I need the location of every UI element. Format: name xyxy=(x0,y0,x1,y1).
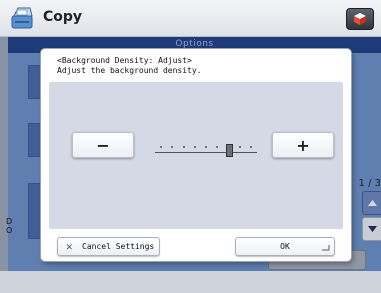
ok-label: OK xyxy=(280,242,290,251)
arrow-down-icon xyxy=(368,226,377,232)
plus-label: + xyxy=(296,135,310,155)
menu-cube-icon xyxy=(354,13,366,25)
scale-tick xyxy=(216,146,219,148)
background-density-dialog: <Background Density: Adjust> Adjust the … xyxy=(41,49,351,261)
cancel-settings-button[interactable]: ✕ Cancel Settings xyxy=(57,237,160,256)
option-tile-label: DO xyxy=(6,217,13,235)
dialog-description: Adjust the background density. xyxy=(57,66,202,75)
app-header: Copy xyxy=(0,0,381,37)
density-scale[interactable] xyxy=(155,134,257,158)
options-label: Options xyxy=(175,39,214,49)
scale-tick xyxy=(250,146,252,148)
scroll-up-button[interactable] xyxy=(362,191,381,215)
copy-app-icon xyxy=(11,7,33,29)
page-indicator: 1 / 3 xyxy=(358,178,381,189)
dialog-title: <Background Density: Adjust> xyxy=(57,56,192,65)
scroll-down-button[interactable] xyxy=(362,217,381,241)
scale-tick xyxy=(171,146,174,148)
scale-tick xyxy=(182,146,185,148)
scale-baseline xyxy=(155,152,257,153)
return-corner-icon xyxy=(322,245,330,251)
close-x-icon: ✕ xyxy=(66,240,73,253)
minus-label: − xyxy=(96,135,110,155)
density-adjust-area: − + xyxy=(49,82,343,229)
scale-tick xyxy=(193,146,196,148)
left-edge xyxy=(0,37,8,293)
ok-button[interactable]: OK xyxy=(235,237,335,256)
arrow-up-icon xyxy=(368,200,377,206)
increase-button[interactable]: + xyxy=(272,132,334,158)
density-marker[interactable] xyxy=(225,144,233,157)
scale-tick xyxy=(205,146,207,148)
app-title: Copy xyxy=(43,9,83,25)
cancel-settings-label: Cancel Settings xyxy=(82,242,155,251)
scale-tick xyxy=(238,146,241,148)
decrease-button[interactable]: − xyxy=(72,132,134,158)
scale-tick xyxy=(160,146,162,148)
menu-button[interactable] xyxy=(346,8,374,30)
status-bar xyxy=(0,271,381,293)
